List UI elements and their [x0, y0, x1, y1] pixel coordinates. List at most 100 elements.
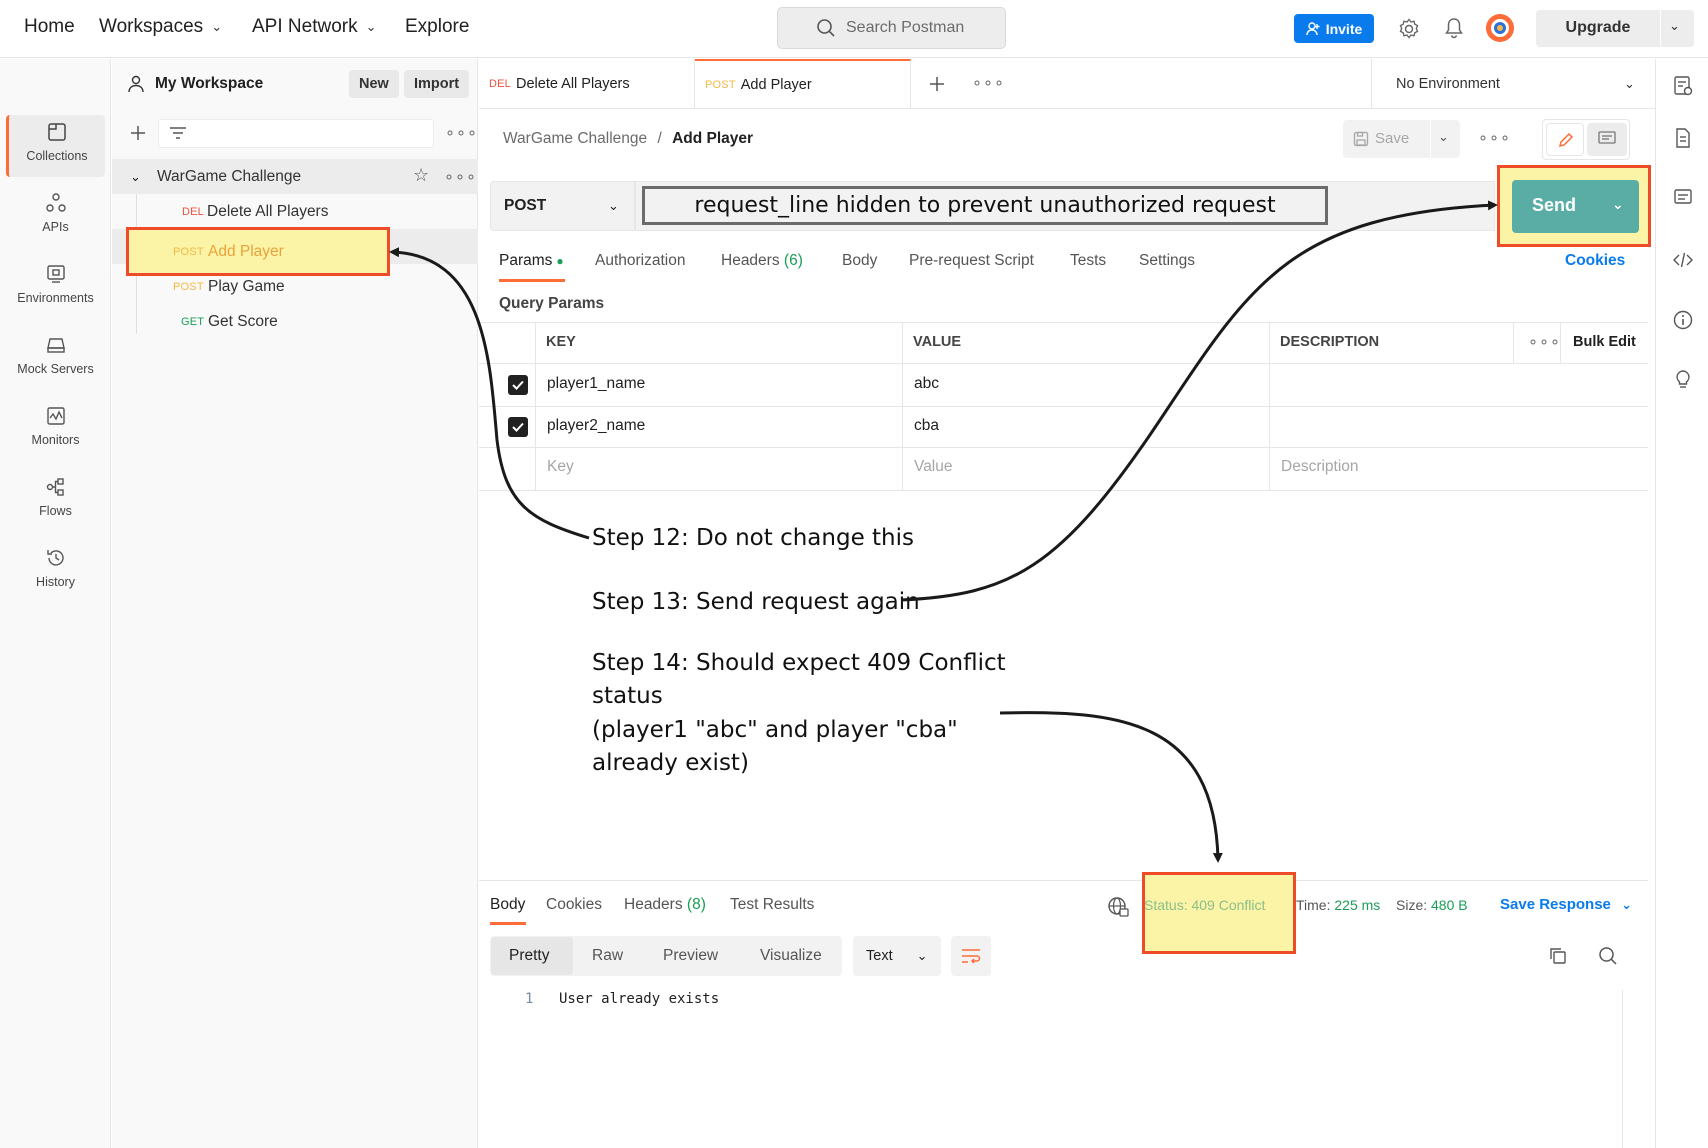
- new-button[interactable]: New: [349, 70, 399, 98]
- request-more-icon[interactable]: ∘∘∘: [1478, 128, 1511, 148]
- table-more-icon[interactable]: ∘∘∘: [1528, 332, 1561, 352]
- tab-add-player[interactable]: POST Add Player: [695, 59, 911, 109]
- request-item-delete-all-players[interactable]: DEL Delete All Players: [112, 194, 478, 229]
- search-icon[interactable]: [1598, 946, 1618, 966]
- response-tab-cookies[interactable]: Cookies: [546, 896, 602, 914]
- edit-mode-button[interactable]: [1546, 123, 1584, 156]
- chevron-down-icon[interactable]: ⌄: [1669, 18, 1680, 34]
- import-button[interactable]: Import: [404, 70, 470, 98]
- rail-apis[interactable]: APIs: [6, 186, 105, 248]
- query-params-table: KEY VALUE DESCRIPTION ∘∘∘ Bulk Edit play…: [479, 322, 1648, 491]
- sidebar-more-icon[interactable]: ∘∘∘: [445, 123, 478, 143]
- new-tab-icon[interactable]: [928, 75, 946, 93]
- breadcrumb-separator: /: [657, 130, 662, 147]
- search-input[interactable]: Search Postman: [777, 7, 1006, 49]
- invite-button[interactable]: Invite: [1294, 14, 1374, 43]
- column-header-value: VALUE: [913, 334, 962, 350]
- response-scrollbar[interactable]: [1622, 990, 1623, 1148]
- comment-mode-button[interactable]: [1587, 123, 1627, 156]
- workspace-title[interactable]: My Workspace: [127, 75, 263, 93]
- environment-select[interactable]: No Environment ⌄: [1371, 59, 1647, 109]
- rail-history[interactable]: History: [6, 541, 105, 603]
- lightbulb-icon[interactable]: [1672, 369, 1694, 391]
- environment-label: No Environment: [1396, 76, 1500, 92]
- nav-api-network[interactable]: API Network ⌄: [252, 16, 377, 38]
- format-pretty[interactable]: Pretty: [509, 947, 549, 965]
- rail-flows[interactable]: Flows: [6, 470, 105, 532]
- rail-monitors[interactable]: Monitors: [6, 399, 105, 461]
- tab-delete-all-players[interactable]: DEL Delete All Players: [479, 59, 695, 109]
- response-tab-headers[interactable]: Headers (8): [624, 896, 706, 914]
- collection-row[interactable]: ⌄ WarGame Challenge ☆ ∘∘∘: [112, 159, 478, 194]
- nav-workspaces[interactable]: Workspaces ⌄: [99, 16, 222, 38]
- network-globe-icon[interactable]: [1107, 896, 1129, 918]
- code-snippet-icon[interactable]: [1672, 249, 1694, 271]
- comments-icon[interactable]: [1672, 187, 1694, 209]
- table-divider: [479, 447, 1648, 448]
- param-value[interactable]: abc: [914, 375, 939, 393]
- response-language-select[interactable]: Text ⌄: [853, 936, 941, 976]
- nav-workspaces-label: Workspaces: [99, 16, 204, 37]
- param-key[interactable]: player2_name: [547, 417, 645, 435]
- tab-tests[interactable]: Tests: [1070, 252, 1106, 270]
- save-response-button[interactable]: Save Response ⌄: [1500, 896, 1632, 913]
- rail-collections[interactable]: Collections: [6, 115, 105, 177]
- collection-more-icon[interactable]: ∘∘∘: [444, 167, 477, 187]
- response-status[interactable]: Status: 409 Conflict: [1144, 897, 1265, 913]
- response-size[interactable]: Size: 480 B: [1396, 897, 1468, 913]
- nav-home[interactable]: Home: [24, 16, 75, 38]
- avatar[interactable]: [1485, 13, 1515, 43]
- info-icon[interactable]: [1672, 309, 1694, 331]
- param-value[interactable]: cba: [914, 417, 939, 435]
- tabs-more-icon[interactable]: ∘∘∘: [972, 73, 1005, 93]
- notification-bell-icon[interactable]: [1444, 17, 1464, 39]
- format-preview[interactable]: Preview: [663, 947, 718, 965]
- tab-prerequest-script[interactable]: Pre-request Script: [909, 252, 1034, 270]
- send-button[interactable]: Send ⌄: [1512, 180, 1639, 233]
- response-tab-body[interactable]: Body: [490, 896, 525, 914]
- rail-environments[interactable]: Environments: [6, 257, 105, 319]
- add-collection-icon[interactable]: [129, 124, 147, 142]
- response-time[interactable]: Time: 225 ms: [1296, 897, 1380, 913]
- new-description-input[interactable]: Description: [1281, 458, 1359, 476]
- wrap-lines-button[interactable]: [951, 936, 991, 976]
- tab-params[interactable]: Params ●: [499, 252, 564, 270]
- response-tab-test-results[interactable]: Test Results: [730, 896, 814, 914]
- collection-filter-input[interactable]: [158, 119, 434, 148]
- settings-gear-icon[interactable]: [1398, 18, 1420, 40]
- http-method-select[interactable]: POST ⌄: [490, 181, 635, 231]
- breadcrumb-parent[interactable]: WarGame Challenge: [503, 130, 647, 147]
- new-value-input[interactable]: Value: [914, 458, 953, 476]
- cookies-link[interactable]: Cookies: [1565, 252, 1625, 270]
- method-badge: POST: [705, 79, 736, 91]
- documentation-icon[interactable]: [1672, 127, 1694, 149]
- upgrade-button[interactable]: Upgrade ⌄: [1536, 10, 1694, 47]
- nav-explore[interactable]: Explore: [405, 16, 469, 38]
- row-enabled-checkbox[interactable]: [508, 375, 528, 395]
- chevron-down-icon: ⌄: [211, 19, 223, 34]
- chevron-down-icon[interactable]: ⌄: [1612, 196, 1624, 213]
- request-item-get-score[interactable]: GET Get Score: [112, 304, 478, 339]
- collections-sidebar: My Workspace New Import ∘∘∘ ⌄ WarGame Ch…: [112, 59, 478, 1148]
- environment-quick-look-icon[interactable]: [1672, 75, 1694, 97]
- format-visualize[interactable]: Visualize: [760, 947, 822, 965]
- rail-mock-servers[interactable]: Mock Servers: [6, 328, 105, 390]
- tab-body[interactable]: Body: [842, 252, 877, 270]
- tab-headers[interactable]: Headers (6): [721, 252, 803, 270]
- bulk-edit-button[interactable]: Bulk Edit: [1573, 334, 1636, 350]
- tab-settings[interactable]: Settings: [1139, 252, 1195, 270]
- format-raw[interactable]: Raw: [592, 947, 623, 965]
- param-key[interactable]: player1_name: [547, 375, 645, 393]
- request-name: Play Game: [208, 277, 285, 295]
- star-icon[interactable]: ☆: [413, 165, 429, 186]
- column-header-key: KEY: [546, 334, 576, 350]
- chevron-down-icon[interactable]: ⌄: [130, 169, 141, 185]
- chevron-down-icon[interactable]: ⌄: [1438, 129, 1449, 145]
- copy-icon[interactable]: [1548, 946, 1568, 966]
- table-divider: [479, 322, 1648, 323]
- row-enabled-checkbox[interactable]: [508, 417, 528, 437]
- request-item-play-game[interactable]: POST Play Game: [112, 269, 478, 304]
- new-key-input[interactable]: Key: [547, 458, 574, 476]
- save-button[interactable]: Save: [1353, 130, 1409, 147]
- tab-authorization[interactable]: Authorization: [595, 252, 685, 270]
